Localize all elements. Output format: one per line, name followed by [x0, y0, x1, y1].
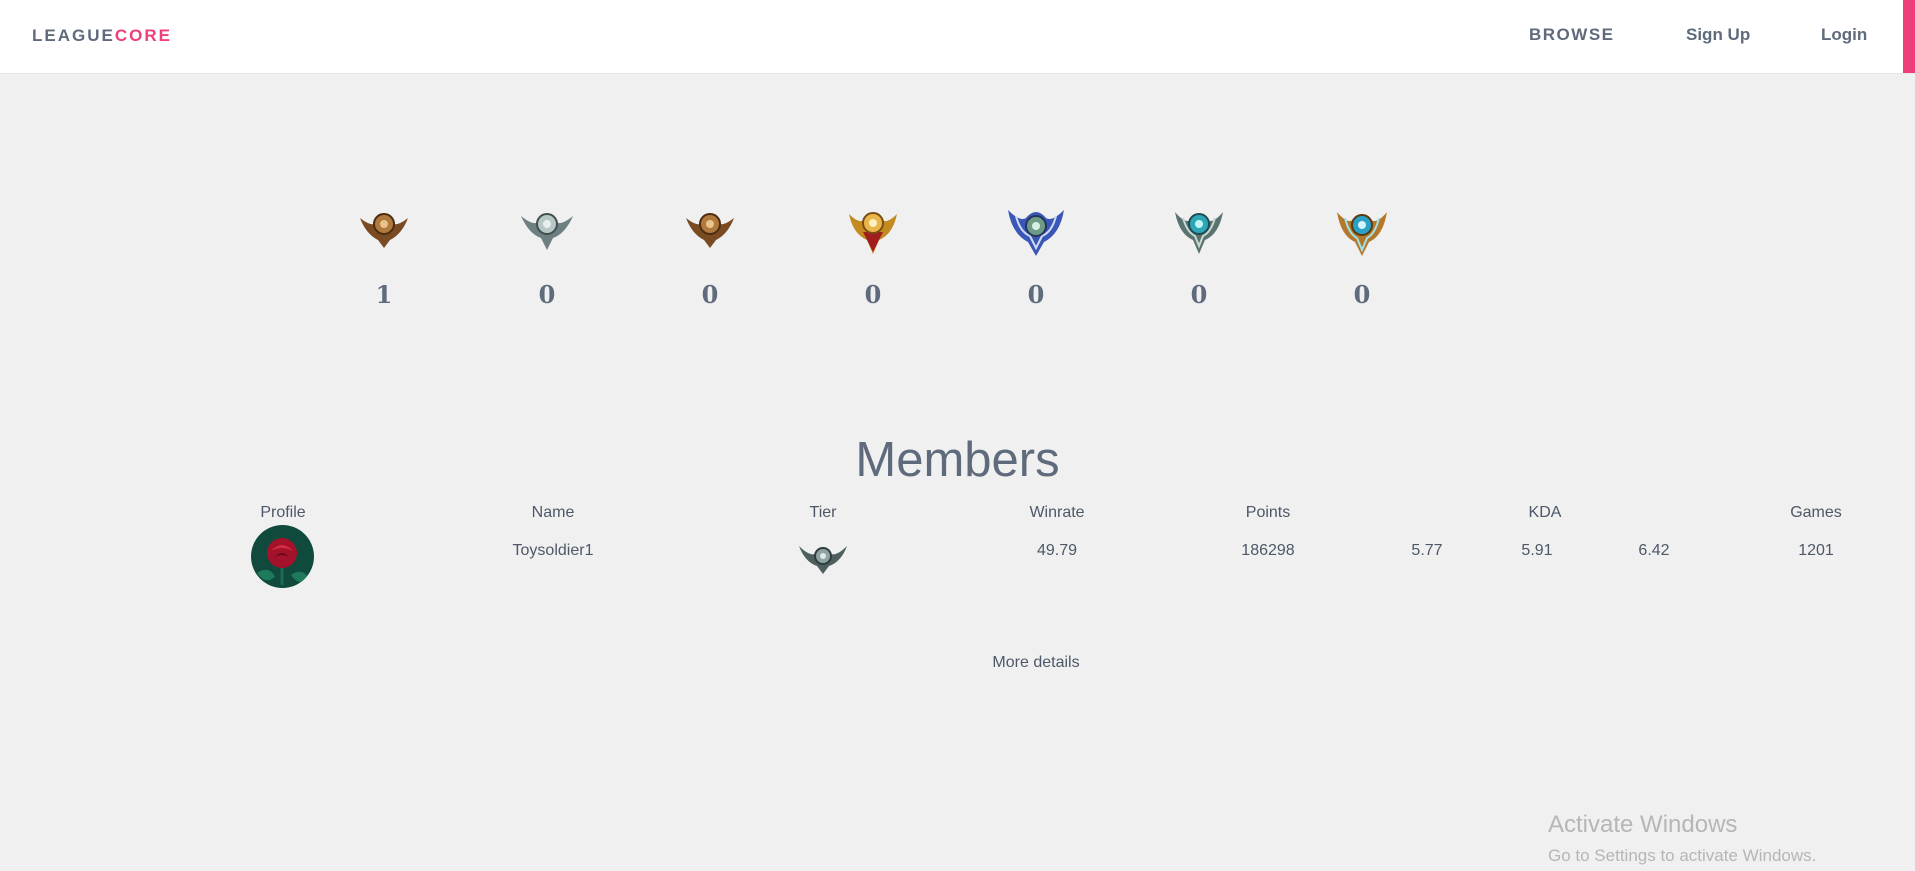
silver-emblem-icon: [521, 213, 573, 250]
gold-emblem-icon: [849, 212, 897, 254]
nav-browse-link[interactable]: BROWSE: [1529, 25, 1615, 45]
windows-activation-subtitle: Go to Settings to activate Windows.: [1548, 846, 1817, 865]
accent-bar: [1903, 0, 1915, 73]
bronze-emblem-icon: [360, 213, 408, 248]
member-kda-kills: 5.77: [1411, 542, 1443, 559]
rank-count: 0: [701, 280, 719, 309]
column-header-winrate: Winrate: [1029, 504, 1085, 521]
silver-emblem-icon: [799, 546, 847, 574]
more-details-link[interactable]: More details: [976, 654, 1096, 672]
rank-column-diamond: 0: [986, 204, 1086, 314]
rank-column-challenger: 0: [1312, 204, 1412, 314]
column-header-profile: Profile: [260, 504, 306, 521]
top-navbar: LEAGUECORE BROWSE Sign Up Login: [0, 0, 1915, 74]
nav-login-link[interactable]: Login: [1821, 25, 1867, 45]
members-heading: Members: [855, 433, 1060, 487]
brand-text-core: CORE: [114, 26, 172, 45]
nav-signup-link[interactable]: Sign Up: [1686, 25, 1750, 45]
brand-logo[interactable]: LEAGUECORE: [32, 26, 172, 46]
rank-column-master: 0: [1149, 204, 1249, 314]
windows-activation-title: Activate Windows: [1548, 811, 1738, 838]
member-winrate: 49.79: [1036, 542, 1078, 559]
brand-text-league: LEAGUE: [32, 26, 115, 45]
column-header-name: Name: [531, 504, 575, 521]
column-header-tier: Tier: [809, 504, 837, 521]
column-header-points: Points: [1245, 504, 1291, 521]
rank-count: 0: [864, 280, 882, 309]
bronze-emblem-icon: [686, 213, 734, 248]
member-kda-deaths: 5.91: [1521, 542, 1553, 559]
column-header-games: Games: [1790, 504, 1842, 521]
challenger-emblem-icon: [1337, 212, 1387, 256]
member-name[interactable]: Toysoldier1: [493, 542, 613, 560]
rank-column-bronze-2: 0: [660, 204, 760, 314]
rank-count: 0: [538, 280, 556, 309]
diamond-emblem-icon: [1008, 210, 1064, 256]
rank-count: 1: [375, 280, 393, 309]
rank-column-bronze: 1: [334, 204, 434, 314]
column-header-kda: KDA: [1528, 504, 1562, 521]
rank-count: 0: [1027, 280, 1045, 309]
rank-count: 0: [1190, 280, 1208, 309]
rose-avatar-icon: [251, 525, 314, 588]
member-kda-assists: 6.42: [1638, 542, 1670, 559]
master-emblem-icon: [1175, 212, 1223, 254]
rank-count: 0: [1353, 280, 1371, 309]
avatar[interactable]: [251, 525, 314, 588]
rank-column-silver: 0: [497, 204, 597, 314]
rank-column-gold: 0: [823, 204, 923, 314]
tier-cell: [797, 542, 849, 581]
member-points: 186298: [1241, 542, 1295, 559]
member-games: 1201: [1798, 542, 1834, 559]
